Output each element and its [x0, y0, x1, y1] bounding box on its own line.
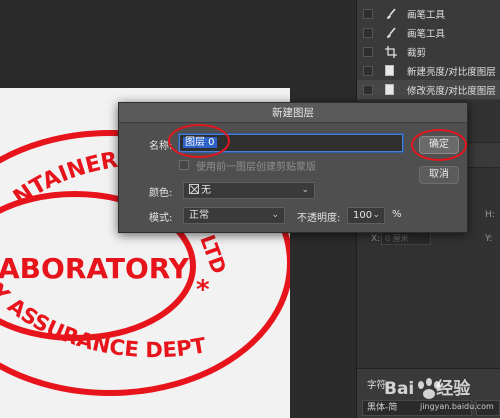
- document-icon: [385, 65, 394, 76]
- dialog-title: 新建图层: [119, 103, 467, 123]
- brush-icon: [385, 26, 397, 39]
- history-checkbox[interactable]: [363, 46, 373, 57]
- y-label: Y:: [485, 234, 493, 244]
- annotation-circle-ok: [411, 129, 467, 161]
- mode-value: 正常: [189, 210, 209, 221]
- history-item[interactable]: 新建亮度/对比度图层: [357, 61, 500, 80]
- history-item-label: 裁剪: [407, 47, 427, 59]
- history-item[interactable]: 画笔工具: [357, 23, 500, 42]
- color-label: 颜色:: [149, 188, 173, 199]
- opacity-label: 不透明度:: [297, 213, 341, 224]
- stamp-star: *: [196, 275, 210, 305]
- history-item[interactable]: 画笔工具: [357, 4, 500, 23]
- history-item-selected[interactable]: 修改亮度/对比度图层: [357, 80, 500, 99]
- history-item-label: 画笔工具: [407, 9, 446, 21]
- cancel-button[interactable]: 取消: [419, 166, 459, 184]
- history-checkbox[interactable]: [363, 27, 373, 38]
- color-value: 无: [201, 185, 211, 196]
- history-item[interactable]: 裁剪: [357, 42, 500, 61]
- opacity-input[interactable]: 100 ⌄: [347, 207, 385, 224]
- clipping-mask-checkbox[interactable]: [179, 160, 189, 170]
- annotation-circle-name: [168, 124, 230, 158]
- watermark-brand: Bai 经验: [384, 379, 471, 399]
- document-icon: [385, 84, 394, 95]
- chevron-down-icon[interactable]: ⌄: [372, 208, 380, 223]
- history-item-label: 画笔工具: [407, 28, 446, 40]
- opacity-value: 100: [353, 210, 373, 221]
- brush-icon: [385, 7, 397, 20]
- watermark-url: jingyan.baidu.com: [420, 402, 494, 411]
- new-layer-dialog: 新建图层 名称: 图层 0 使用前一图层创建剪贴蒙版 颜色: 无 ⌄ 模式: 正…: [118, 102, 468, 233]
- stamp-center-text: ABORATORY: [0, 252, 190, 285]
- history-checkbox[interactable]: [363, 84, 373, 95]
- no-color-swatch-icon: [189, 184, 199, 194]
- h-label: H:: [485, 210, 495, 220]
- color-select[interactable]: 无 ⌄: [183, 182, 315, 199]
- mode-label: 模式:: [149, 213, 173, 224]
- history-panel: 画笔工具 画笔工具 裁剪 新建亮度/对比度图层 修改亮度/对比度图层: [357, 0, 500, 100]
- x-field[interactable]: 0 厘米: [381, 232, 431, 245]
- mode-select[interactable]: 正常 ⌄: [183, 207, 285, 224]
- x-label: X:: [371, 234, 381, 244]
- opacity-unit: %: [392, 209, 402, 220]
- history-checkbox[interactable]: [363, 8, 373, 19]
- stamp-bottom-text: Y ASSURANCE DEPT: [0, 279, 208, 362]
- stamp-right-text: LTD: [195, 232, 231, 278]
- history-item-label: 新建亮度/对比度图层: [407, 66, 496, 78]
- chevron-down-icon: ⌄: [301, 185, 309, 195]
- clipping-mask-label: 使用前一图层创建剪贴蒙版: [196, 162, 316, 173]
- chevron-down-icon: ⌄: [271, 210, 279, 220]
- crop-icon: [385, 45, 397, 58]
- history-checkbox[interactable]: [363, 65, 373, 76]
- history-item-label: 修改亮度/对比度图层: [407, 85, 496, 97]
